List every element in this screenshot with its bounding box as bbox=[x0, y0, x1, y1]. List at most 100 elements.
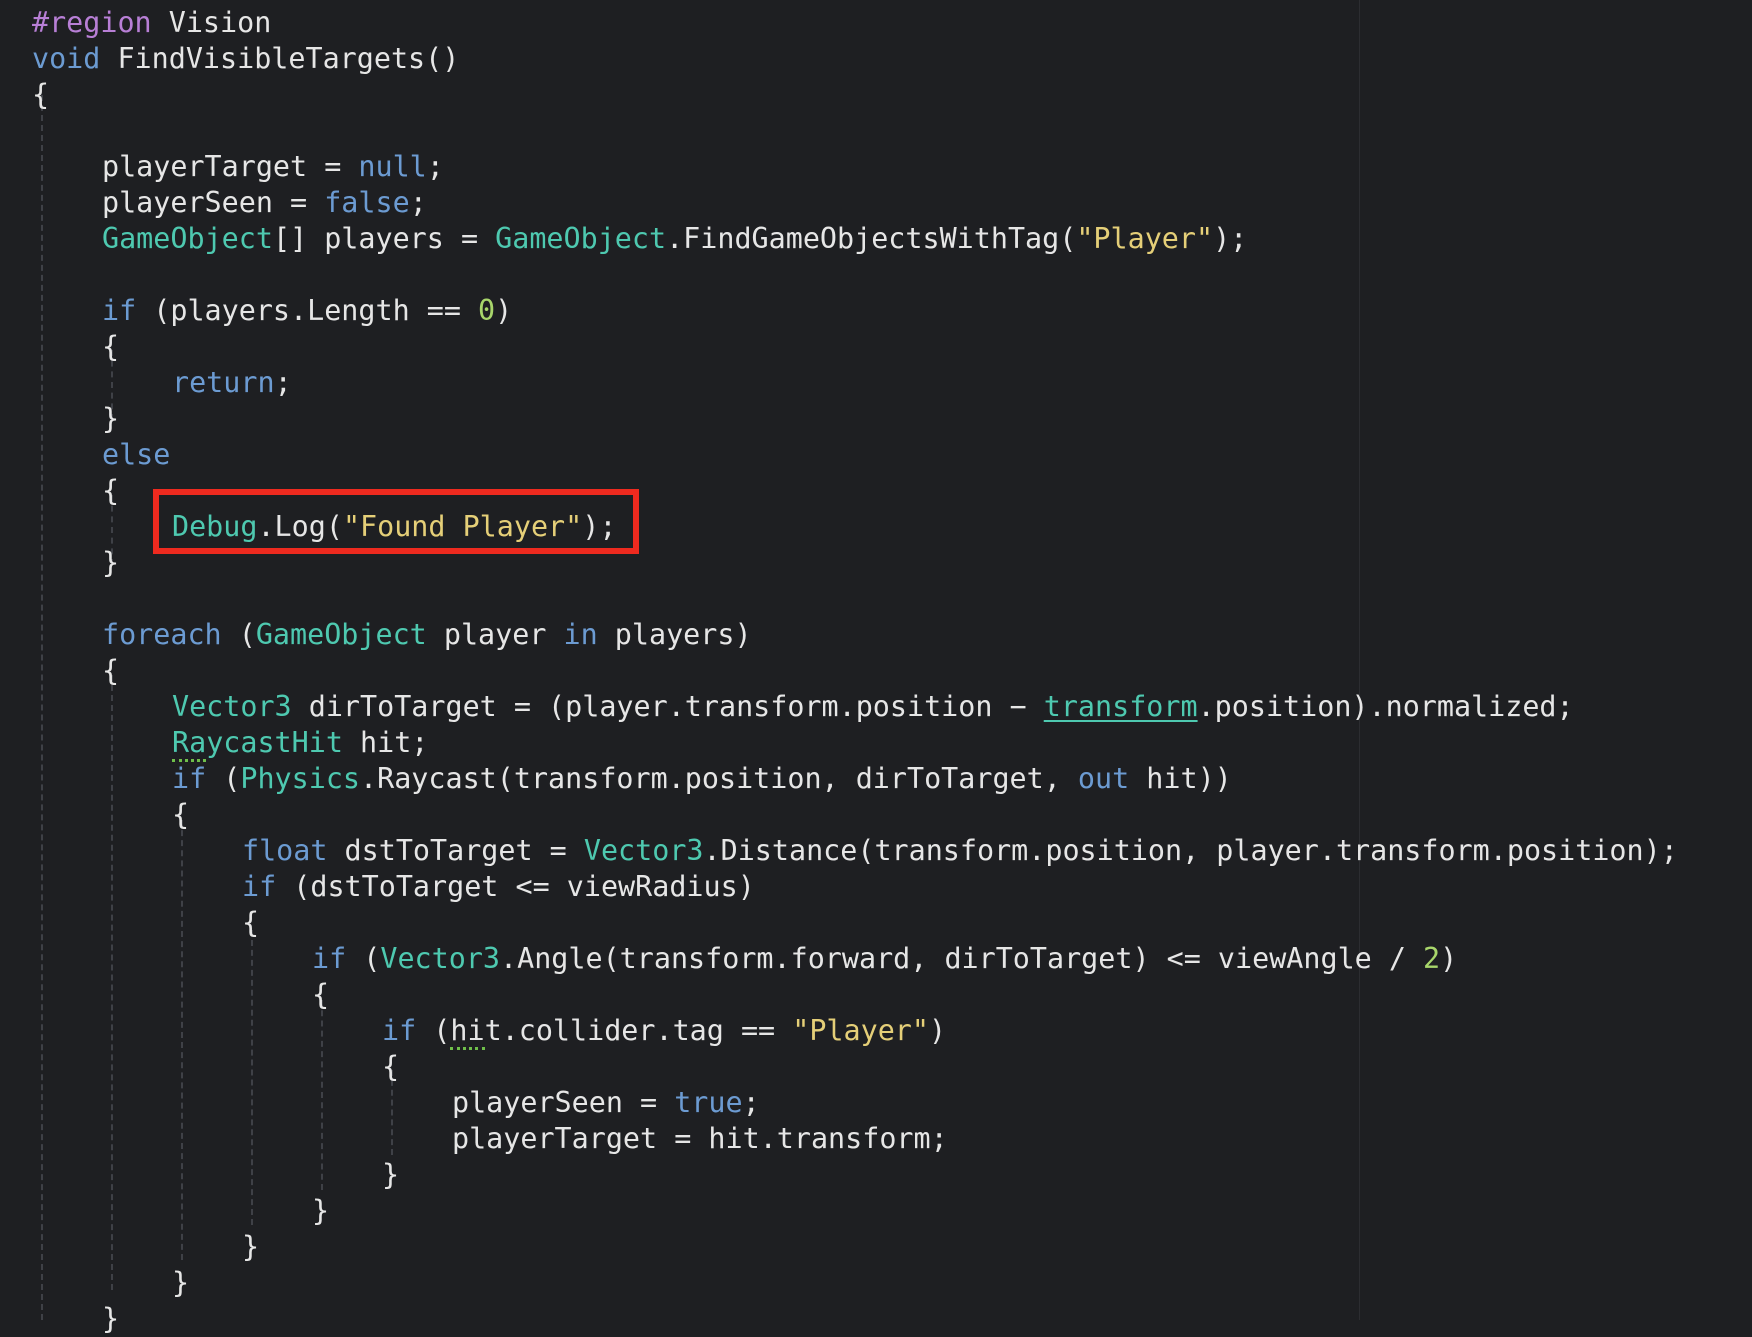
code-line[interactable]: void FindVisibleTargets() bbox=[32, 41, 459, 77]
code-token: Vector3 bbox=[380, 942, 501, 975]
code-token: "Player" bbox=[1076, 222, 1214, 255]
code-token: ( bbox=[206, 762, 241, 795]
code-token: } bbox=[382, 1158, 400, 1191]
code-token: 0 bbox=[478, 294, 496, 327]
highlight-box bbox=[153, 489, 639, 554]
code-token: if bbox=[102, 294, 137, 327]
code-token: (players.Length == bbox=[136, 294, 479, 327]
code-token: if bbox=[172, 762, 207, 795]
code-token: FindVisibleTargets() bbox=[100, 42, 460, 75]
code-line[interactable]: RaycastHit hit; bbox=[172, 725, 429, 762]
code-token: ; bbox=[274, 366, 292, 399]
code-token: playerTarget = bbox=[102, 150, 359, 183]
indent-guide bbox=[181, 820, 183, 1260]
code-line[interactable]: } bbox=[242, 1229, 259, 1265]
code-token: if bbox=[242, 870, 277, 903]
code-token: playerSeen = bbox=[452, 1086, 675, 1119]
code-line[interactable]: { bbox=[382, 1049, 399, 1085]
code-token: [] players = bbox=[272, 222, 496, 255]
code-line[interactable]: playerTarget = hit.transform; bbox=[452, 1121, 948, 1157]
code-editor[interactable]: #region Vision void FindVisibleTargets(){… bbox=[0, 0, 1752, 1335]
code-line[interactable]: } bbox=[102, 545, 119, 581]
code-token: ( bbox=[346, 942, 381, 975]
code-token: ); bbox=[1213, 222, 1248, 255]
code-token: Vision bbox=[151, 6, 272, 39]
code-token: #region bbox=[32, 6, 152, 39]
code-token: playerSeen = bbox=[102, 186, 325, 219]
code-line[interactable]: return; bbox=[172, 365, 292, 401]
code-token: GameObject bbox=[102, 222, 273, 255]
code-token: dstToTarget = bbox=[327, 834, 584, 867]
code-token: } bbox=[242, 1230, 260, 1263]
code-line[interactable]: { bbox=[102, 653, 119, 689]
code-line[interactable]: { bbox=[242, 905, 259, 941]
code-line[interactable]: #region Vision bbox=[32, 5, 271, 41]
code-token: ) bbox=[1440, 942, 1458, 975]
indent-guide bbox=[41, 95, 43, 1320]
code-token: foreach bbox=[102, 618, 222, 651]
code-token: else bbox=[102, 438, 171, 471]
code-token: { bbox=[102, 330, 120, 363]
code-line[interactable]: else bbox=[102, 437, 170, 473]
code-token: { bbox=[32, 78, 50, 111]
code-token: ; bbox=[409, 186, 427, 219]
code-token: hi bbox=[450, 1014, 485, 1050]
code-token: { bbox=[242, 906, 260, 939]
code-token: true bbox=[674, 1086, 743, 1119]
indent-guide bbox=[321, 1000, 323, 1190]
code-line[interactable]: } bbox=[312, 1193, 329, 1229]
code-token: out bbox=[1077, 762, 1130, 795]
code-token: t.collider.tag == bbox=[484, 1014, 793, 1047]
code-line[interactable]: if (players.Length == 0) bbox=[102, 293, 512, 329]
code-token: } bbox=[312, 1194, 330, 1227]
code-line[interactable]: { bbox=[172, 797, 189, 833]
code-token: } bbox=[172, 1266, 190, 1299]
code-token: dirToTarget = (player.transform.position… bbox=[291, 690, 1044, 723]
code-token: (dstToTarget <= viewRadius) bbox=[276, 870, 755, 903]
code-line[interactable]: if (Physics.Raycast(transform.position, … bbox=[172, 761, 1232, 797]
code-token: if bbox=[312, 942, 347, 975]
code-line[interactable]: if (hit.collider.tag == "Player") bbox=[382, 1013, 946, 1050]
code-line[interactable]: playerTarget = null; bbox=[102, 149, 444, 185]
code-token: if bbox=[382, 1014, 417, 1047]
code-line[interactable]: playerSeen = false; bbox=[102, 185, 427, 221]
code-token: Vector3 bbox=[583, 834, 704, 867]
code-token: .Raycast(transform.position, dirToTarget… bbox=[360, 762, 1078, 795]
code-line[interactable]: { bbox=[312, 977, 329, 1013]
code-line[interactable]: { bbox=[32, 77, 49, 113]
code-token: in bbox=[563, 618, 598, 651]
code-token: .Distance(transform.position, player.tra… bbox=[703, 834, 1678, 867]
code-line[interactable]: foreach (GameObject player in players) bbox=[102, 617, 752, 653]
code-line[interactable]: playerSeen = true; bbox=[452, 1085, 760, 1121]
indent-guide bbox=[111, 675, 113, 1290]
code-token: false bbox=[324, 186, 410, 219]
code-token: ) bbox=[495, 294, 513, 327]
code-line[interactable]: if (dstToTarget <= viewRadius) bbox=[242, 869, 755, 905]
code-token: GameObject bbox=[495, 222, 667, 255]
code-line[interactable]: if (Vector3.Angle(transform.forward, dir… bbox=[312, 941, 1457, 977]
code-token: { bbox=[102, 654, 120, 687]
code-token: { bbox=[172, 798, 190, 831]
code-token: .FindGameObjectsWithTag( bbox=[666, 222, 1077, 255]
code-token: { bbox=[382, 1050, 400, 1083]
code-token: players) bbox=[597, 618, 752, 651]
code-token: } bbox=[102, 546, 120, 579]
code-token: { bbox=[312, 978, 330, 1011]
code-token: hit; bbox=[342, 726, 429, 759]
code-token: void bbox=[32, 42, 101, 75]
code-token: playerTarget = hit.transform; bbox=[452, 1122, 948, 1155]
indent-guide bbox=[251, 930, 253, 1225]
code-token: } bbox=[102, 1302, 120, 1335]
code-line[interactable]: { bbox=[102, 329, 119, 365]
code-line[interactable]: Vector3 dirToTarget = (player.transform.… bbox=[172, 689, 1574, 725]
code-token: player bbox=[426, 618, 564, 651]
code-line[interactable]: float dstToTarget = Vector3.Distance(tra… bbox=[242, 833, 1678, 869]
code-line[interactable]: } bbox=[382, 1157, 399, 1193]
code-line[interactable]: } bbox=[172, 1265, 189, 1301]
code-line[interactable]: GameObject[] players = GameObject.FindGa… bbox=[102, 221, 1247, 257]
code-token: .position).normalized; bbox=[1197, 690, 1574, 723]
code-line[interactable]: } bbox=[102, 1301, 119, 1337]
code-line[interactable]: } bbox=[102, 401, 119, 437]
code-line[interactable]: { bbox=[102, 473, 119, 509]
code-token: GameObject bbox=[255, 618, 427, 651]
